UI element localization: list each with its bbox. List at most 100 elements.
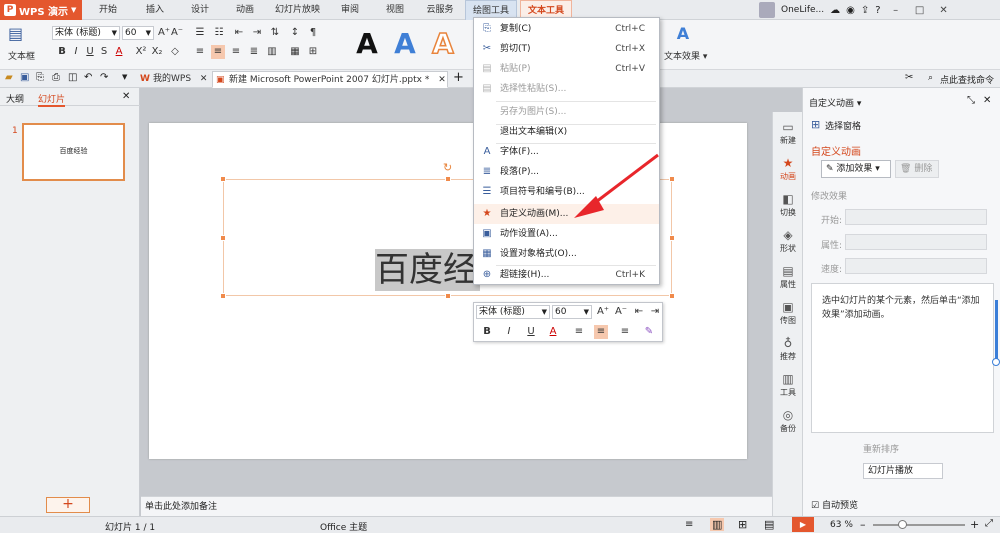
text-effect-button[interactable]: 文本效果 ▾ bbox=[664, 49, 707, 62]
column-icon[interactable]: ▦ bbox=[288, 45, 302, 59]
chevron-down-icon[interactable]: ▼ bbox=[122, 73, 127, 81]
line-spacing-icon[interactable]: ↕ bbox=[288, 26, 302, 40]
align-center-icon[interactable]: ≡ bbox=[211, 45, 225, 59]
notes-view-icon[interactable]: ≡ bbox=[685, 519, 693, 530]
resize-handle[interactable] bbox=[220, 293, 226, 299]
menu-item-hyperlink[interactable]: ⊕ 超链接(H)... Ctrl+K bbox=[474, 265, 659, 285]
tab-view[interactable]: 视图 bbox=[375, 0, 415, 20]
indent-increase-icon[interactable]: ⇥ bbox=[250, 26, 264, 40]
sidebar-item-backup[interactable]: ◎ 备份 bbox=[773, 404, 803, 440]
resize-handle[interactable] bbox=[669, 235, 675, 241]
menu-item-copy[interactable]: ⎘ 复制(C) Ctrl+C bbox=[474, 19, 659, 39]
resize-handle[interactable] bbox=[220, 176, 226, 182]
font-color-icon[interactable]: A bbox=[112, 45, 126, 59]
sidebar-item-recommend[interactable]: ♁ 推荐 bbox=[773, 332, 803, 368]
redo-icon[interactable]: ↷ bbox=[100, 72, 108, 83]
underline-icon[interactable]: U bbox=[83, 45, 97, 59]
zoom-out-icon[interactable]: – bbox=[860, 518, 866, 531]
scissors-tool-icon[interactable]: ✂ bbox=[905, 72, 913, 83]
close-icon[interactable]: ✕ bbox=[122, 91, 130, 102]
tab-slides[interactable]: 幻灯片 bbox=[38, 92, 66, 107]
font-color-icon[interactable]: A bbox=[546, 325, 560, 339]
cloud-sync-icon[interactable]: ☁ bbox=[830, 5, 840, 16]
tab-animation[interactable]: 动画 bbox=[225, 0, 265, 20]
menu-item-action-settings[interactable]: ▣ 动作设置(A)... bbox=[474, 224, 659, 244]
resize-handle[interactable] bbox=[669, 293, 675, 299]
grow-font-icon[interactable]: A⁺ bbox=[596, 305, 610, 319]
text-align-icon[interactable]: ⊞ bbox=[306, 45, 320, 59]
strikethrough-icon[interactable]: S bbox=[97, 45, 111, 59]
search-icon[interactable]: ⌕ bbox=[928, 73, 933, 83]
numbering-icon[interactable]: ☷ bbox=[212, 26, 226, 40]
scrollbar[interactable] bbox=[992, 240, 1000, 420]
font-size-select[interactable]: 60 ▼ bbox=[122, 26, 154, 40]
text-style-blue[interactable]: A bbox=[388, 26, 422, 62]
format-painter-icon[interactable]: ✎ bbox=[642, 325, 656, 339]
share-icon[interactable]: ⇪ bbox=[861, 5, 869, 16]
pane-title[interactable]: 自定义动画 ▾ bbox=[809, 96, 861, 109]
grow-font-icon[interactable]: A⁺ bbox=[157, 26, 171, 40]
indent-decrease-icon[interactable]: ⇤ bbox=[232, 26, 246, 40]
tab-slideshow[interactable]: 幻灯片放映 bbox=[270, 0, 325, 20]
zoom-slider[interactable] bbox=[873, 524, 965, 526]
pin-icon[interactable]: ⤡ bbox=[967, 95, 975, 106]
tab-cloud[interactable]: 云服务 bbox=[418, 0, 462, 20]
align-left-icon[interactable]: ≡ bbox=[193, 45, 207, 59]
menu-item-exit-edit[interactable]: 退出文本编辑(X) bbox=[474, 122, 659, 142]
add-slide-button[interactable]: + bbox=[46, 497, 90, 513]
delete-button[interactable]: 🗑 删除 bbox=[895, 160, 939, 178]
zoom-slider-handle[interactable] bbox=[898, 520, 907, 529]
avatar[interactable] bbox=[759, 2, 775, 18]
play-slideshow-button[interactable]: ▶ bbox=[792, 517, 814, 532]
superscript-icon[interactable]: X² bbox=[134, 45, 148, 59]
save-icon[interactable]: ▣ bbox=[20, 72, 29, 83]
zoom-in-icon[interactable]: + bbox=[970, 518, 979, 531]
bullets-icon[interactable]: ☰ bbox=[193, 26, 207, 40]
mini-font-select[interactable]: 宋体 (标题) ▼ bbox=[476, 305, 550, 319]
tab-outline[interactable]: 大纲 bbox=[6, 92, 24, 105]
resize-handle[interactable] bbox=[445, 176, 451, 182]
italic-icon[interactable]: I bbox=[69, 45, 83, 59]
align-left-icon[interactable]: ≡ bbox=[572, 325, 586, 339]
close-icon[interactable]: ✕ bbox=[935, 2, 953, 18]
mini-size-select[interactable]: 60 ▼ bbox=[552, 305, 592, 319]
search-command[interactable]: 点此查找命令 bbox=[940, 73, 994, 86]
animation-list[interactable]: 选中幻灯片的某个元素，然后单击“添加效果”添加动画。 bbox=[811, 283, 994, 433]
bold-icon[interactable]: B bbox=[480, 325, 494, 339]
justify-icon[interactable]: ≣ bbox=[247, 45, 261, 59]
minimize-icon[interactable]: – bbox=[887, 2, 905, 18]
fit-window-icon[interactable]: ⤢ bbox=[985, 518, 993, 529]
menu-item-format-object[interactable]: ▦ 设置对象格式(O)... bbox=[474, 244, 659, 264]
print-icon[interactable]: ⎙ bbox=[52, 72, 60, 83]
italic-icon[interactable]: I bbox=[502, 325, 516, 339]
speed-select[interactable] bbox=[845, 258, 987, 274]
doc-tab-mywps[interactable]: W 我的WPS ✕ bbox=[137, 71, 209, 88]
menu-item-cut[interactable]: ✂ 剪切(T) Ctrl+X bbox=[474, 39, 659, 59]
align-center-icon[interactable]: ≡ bbox=[594, 325, 608, 339]
text-style-orange-outline[interactable]: A bbox=[426, 26, 460, 62]
add-effect-button[interactable]: ✎ 添加效果 ▾ bbox=[821, 160, 891, 178]
sidebar-item-image[interactable]: ▣ 传图 bbox=[773, 296, 803, 332]
doc-tab-active[interactable]: ▣ 新建 Microsoft PowerPoint 2007 幻灯片.pptx … bbox=[212, 71, 448, 88]
text-effect-icon[interactable]: A bbox=[666, 24, 700, 44]
textbox-button[interactable]: 文本框 bbox=[8, 49, 35, 62]
help-icon[interactable]: ? bbox=[875, 5, 880, 16]
clear-format-icon[interactable]: ◇ bbox=[168, 45, 182, 59]
select-pane-link[interactable]: 选择窗格 bbox=[825, 119, 861, 132]
sorter-view-icon[interactable]: ⊞ bbox=[738, 518, 747, 531]
subscript-icon[interactable]: X₂ bbox=[150, 45, 164, 59]
undo-icon[interactable]: ↶ bbox=[84, 72, 92, 83]
text-direction-icon[interactable]: ⇅ bbox=[268, 26, 282, 40]
close-icon[interactable]: ✕ bbox=[983, 95, 991, 106]
resize-handle[interactable] bbox=[220, 235, 226, 241]
sidebar-item-shape[interactable]: ◈ 形状 bbox=[773, 224, 803, 260]
zoom-level[interactable]: 63 % bbox=[830, 520, 853, 530]
notification-icon[interactable]: ◉ bbox=[846, 5, 855, 16]
slide-title-text[interactable]: 百度经验 bbox=[375, 249, 480, 291]
text-style-black[interactable]: A bbox=[350, 26, 384, 62]
indent-increase-icon[interactable]: ⇥ bbox=[648, 305, 662, 319]
menu-item-save-as-image[interactable]: 另存为图片(S)... bbox=[474, 102, 659, 122]
start-select[interactable] bbox=[845, 209, 987, 225]
tab-review[interactable]: 审阅 bbox=[330, 0, 370, 20]
align-right-icon[interactable]: ≡ bbox=[229, 45, 243, 59]
